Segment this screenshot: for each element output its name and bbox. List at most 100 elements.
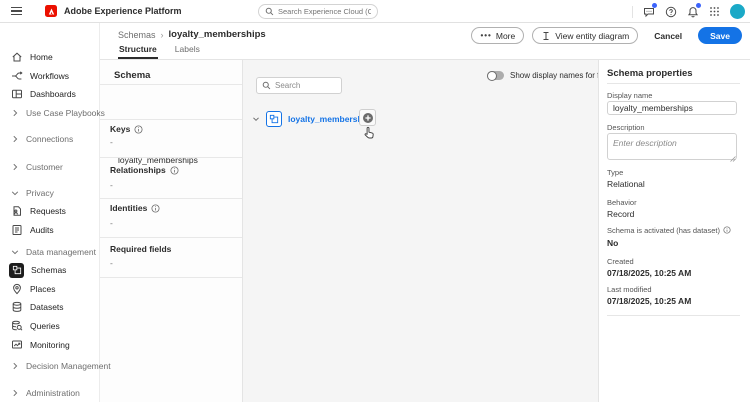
chevron-right-icon — [10, 133, 19, 146]
sidebar-item-home[interactable]: Home — [0, 48, 100, 66]
field-search-input[interactable] — [275, 81, 336, 90]
sidebar-group-customer[interactable]: Customer — [0, 158, 100, 176]
sidebar-group-privacy[interactable]: Privacy — [0, 184, 100, 202]
sidebar-item-label: Connections — [26, 134, 73, 144]
sidebar-item-label: Datasets — [30, 302, 64, 312]
sidebar-item-queries[interactable]: Queries — [0, 317, 100, 335]
sidebar-item-places[interactable]: Places — [0, 280, 100, 298]
more-button[interactable]: ••• More — [471, 27, 524, 44]
type-value: Relational — [607, 179, 645, 189]
sidebar-item-label: Dashboards — [30, 89, 76, 99]
sidebar-item-label: Customer — [26, 162, 63, 172]
view-entity-diagram-label: View entity diagram — [555, 31, 629, 41]
more-button-label: More — [496, 31, 515, 41]
activated-label: Schema is activated (has dataset) — [607, 226, 720, 235]
feedback-icon[interactable] — [642, 5, 655, 18]
adobe-experience-platform-app: Adobe Experience Platform — [0, 0, 750, 402]
home-icon — [10, 51, 23, 64]
notifications-bell-icon[interactable] — [686, 5, 699, 18]
schema-node-icon — [266, 111, 282, 127]
chevron-down-icon — [10, 187, 19, 200]
display-name-field[interactable] — [607, 101, 737, 115]
sidebar-item-requests[interactable]: Requests — [0, 202, 100, 220]
breadcrumb-separator: › — [161, 30, 164, 40]
section-label: Keys — [110, 124, 130, 134]
info-icon[interactable] — [170, 166, 179, 175]
schema-structure-canvas: Show display names for fields loyalty_me… — [243, 60, 598, 402]
sidebar-item-label: Privacy — [26, 188, 54, 198]
divider — [100, 237, 242, 238]
breadcrumb-schemas-link[interactable]: Schemas — [118, 30, 156, 40]
schema-composition-panel: Schema loyalty_memberships Keys - Relati… — [100, 60, 243, 402]
sidebar-item-label: Home — [30, 52, 53, 62]
save-button-label: Save — [710, 31, 730, 41]
sidebar-item-label: Places — [30, 284, 56, 294]
activated-label-row: Schema is activated (has dataset) — [607, 226, 732, 235]
sidebar-group-administration[interactable]: Administration — [0, 384, 100, 402]
field-search[interactable] — [256, 77, 342, 94]
sidebar-group-use-case-playbooks[interactable]: Use Case Playbooks — [0, 104, 100, 122]
user-avatar[interactable] — [730, 4, 745, 19]
info-icon[interactable] — [723, 226, 732, 235]
description-field[interactable] — [607, 133, 737, 160]
schemas-icon-selected — [9, 263, 24, 278]
global-search-input[interactable] — [278, 7, 371, 16]
description-label: Description — [607, 123, 645, 132]
display-name-label: Display name — [607, 91, 652, 100]
help-icon[interactable] — [664, 5, 677, 18]
sidebar-item-schemas[interactable]: Schemas — [0, 261, 100, 279]
sidebar-group-connections[interactable]: Connections — [0, 130, 100, 148]
sidebar-item-workflows[interactable]: Workflows — [0, 67, 100, 85]
sidebar-item-label: Use Case Playbooks — [26, 108, 105, 118]
app-switcher-grid-icon[interactable] — [708, 5, 721, 18]
sidebar-item-label: Workflows — [30, 71, 69, 81]
tab-structure[interactable]: Structure — [118, 44, 158, 59]
section-keys: Keys — [110, 124, 143, 134]
queries-icon — [10, 320, 23, 333]
page-title: loyalty_memberships — [169, 29, 266, 40]
search-icon — [265, 7, 274, 16]
view-entity-diagram-button[interactable]: View entity diagram — [532, 27, 638, 44]
sidebar-item-label: Queries — [30, 321, 60, 331]
sidebar-group-decision-management[interactable]: Decision Management — [0, 357, 100, 375]
sidebar-item-audits[interactable]: Audits — [0, 221, 100, 239]
sidebar-item-dashboards[interactable]: Dashboards — [0, 85, 100, 103]
display-names-toggle-group: Show display names for fields — [487, 71, 616, 80]
sidebar-item-datasets[interactable]: Datasets — [0, 298, 100, 316]
workflows-icon — [10, 70, 23, 83]
save-button[interactable]: Save — [698, 27, 742, 44]
activated-value: No — [607, 238, 618, 248]
divider — [100, 198, 242, 199]
info-icon[interactable] — [134, 125, 143, 134]
divider — [100, 277, 242, 278]
section-required-fields: Required fields — [110, 244, 171, 254]
chevron-right-icon — [10, 387, 19, 400]
schema-panel-title: Schema — [114, 70, 150, 81]
more-dots-icon: ••• — [480, 31, 491, 40]
hamburger-menu-icon[interactable] — [11, 7, 22, 15]
cancel-button[interactable]: Cancel — [646, 27, 690, 44]
dashboards-icon — [10, 88, 23, 101]
places-icon — [10, 283, 23, 296]
breadcrumb: Schemas › loyalty_memberships — [118, 29, 266, 40]
display-names-toggle[interactable] — [487, 71, 504, 80]
global-search[interactable] — [258, 4, 378, 19]
sidebar-group-data-management[interactable]: Data management — [0, 243, 100, 261]
sidebar-item-label: Audits — [30, 225, 54, 235]
schema-properties-panel: Schema properties Display name Descripti… — [598, 60, 750, 402]
left-nav: Home Workflows Dashboards Use Case Playb… — [0, 23, 100, 402]
adobe-logo-icon[interactable] — [45, 5, 57, 17]
sidebar-item-monitoring[interactable]: Monitoring — [0, 336, 100, 354]
tab-labels[interactable]: Labels — [174, 44, 201, 59]
divider — [607, 83, 740, 84]
sidebar-item-label: Data management — [26, 247, 96, 257]
audits-icon — [10, 224, 23, 237]
add-field-button[interactable] — [359, 109, 376, 126]
cursor-pointer-icon — [362, 126, 375, 142]
chevron-right-icon — [10, 161, 19, 174]
sidebar-item-label: Decision Management — [26, 361, 111, 371]
chevron-down-icon[interactable] — [252, 115, 260, 123]
last-modified-value: 07/18/2025, 10:25 AM — [607, 296, 691, 306]
section-label: Identities — [110, 203, 147, 213]
info-icon[interactable] — [151, 204, 160, 213]
